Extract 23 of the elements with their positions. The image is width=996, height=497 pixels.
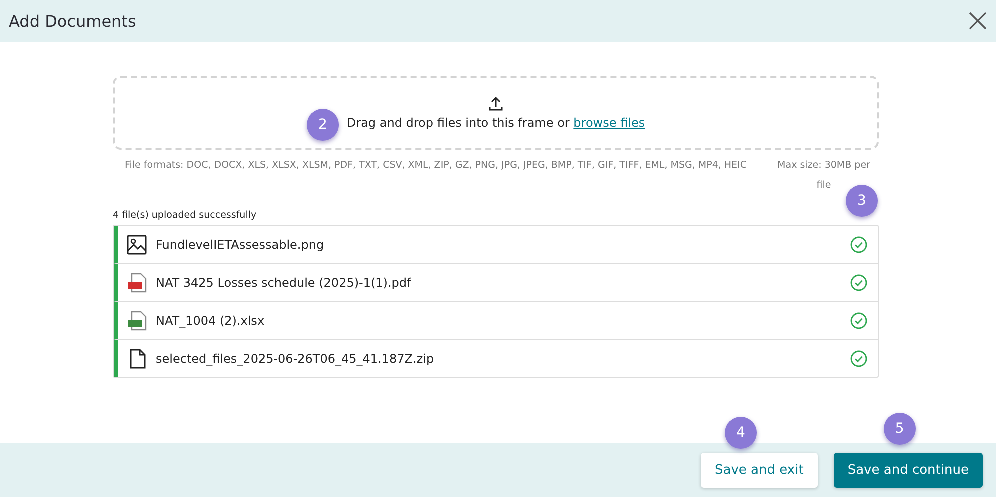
- continue-button[interactable]: Save and continue: [834, 452, 983, 488]
- image-icon: [126, 234, 148, 256]
- file-row[interactable]: FundlevelIETAssessable.png: [114, 226, 878, 264]
- file-name: NAT_1004 (2).xlsx: [156, 314, 266, 328]
- pdf-file-icon: [126, 272, 148, 294]
- file-row[interactable]: NAT 3425 Losses schedule (2025)-1(1).pdf: [114, 264, 878, 302]
- dialog-title: Add Documents: [9, 12, 136, 30]
- step-badge: 3: [846, 185, 878, 217]
- upload-status: 4 file(s) uploaded successfully: [113, 210, 258, 221]
- spreadsheet-file-icon: [126, 310, 148, 332]
- file-row[interactable]: NAT_1004 (2).xlsx: [114, 302, 878, 340]
- drop-prompt: Drag and drop files into this frame or browse files: [346, 116, 646, 130]
- file-name: NAT 3425 Losses schedule (2025)-1(1).pdf: [156, 276, 412, 290]
- close-icon[interactable]: [968, 11, 988, 31]
- file-name: FundlevelIETAssessable.png: [156, 238, 326, 252]
- step-badge: 5: [884, 412, 916, 444]
- browse-files-link[interactable]: browse files: [574, 116, 646, 130]
- step-badge: 4: [725, 416, 758, 448]
- exit-button[interactable]: Save and exit: [701, 452, 818, 488]
- upload-icon: [488, 96, 504, 112]
- file-name: selected_files_2025-06-26T06_45_41.187Z.zip: [156, 352, 436, 366]
- file-formats-note: File formats: DOC, DOCX, XLS, XLSX, XLSM, PDF, TXT, CSV, XML, ZIP, GZ, PNG, JPG, JPEG, BMP, TIF, GIF, TIFF, EML, MSG, MP4, HEIC: [124, 159, 748, 173]
- step-badge: 2: [306, 109, 339, 141]
